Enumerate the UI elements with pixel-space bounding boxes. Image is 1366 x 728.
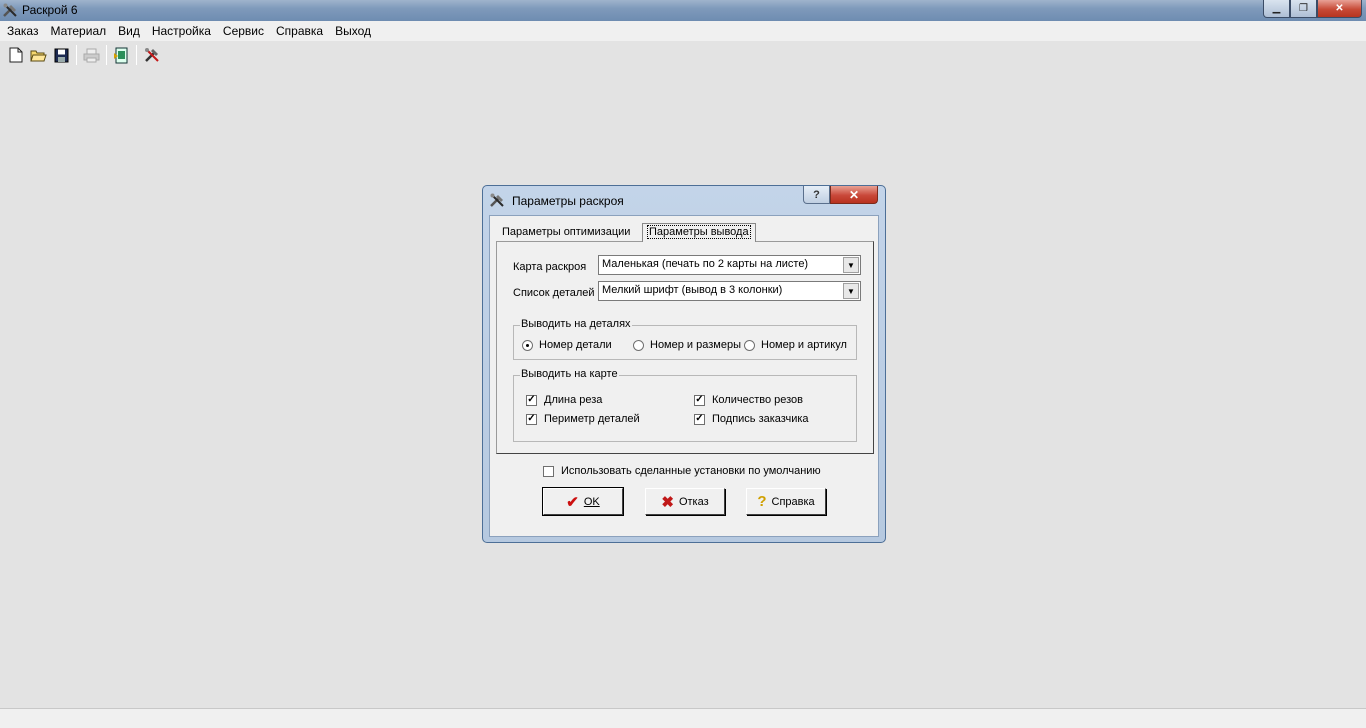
- open-folder-icon: [30, 50, 47, 61]
- radio-circle: [522, 339, 533, 351]
- new-file-icon: [9, 47, 22, 63]
- cutting-params-dialog: Параметры раскроя ? ✕ Параметры оптимиза…: [482, 185, 886, 543]
- cross-icon: ✖: [661, 493, 674, 511]
- radio-number-and-size-label: Номер и размеры: [650, 339, 741, 351]
- checkmark-icon: ✓: [694, 413, 705, 425]
- cutting-settings-button[interactable]: [140, 44, 163, 66]
- cut-map-label: Карта раскроя: [513, 261, 587, 273]
- new-file-button[interactable]: [4, 44, 27, 66]
- cut-map-value: Маленькая (печать по 2 карты на листе): [602, 258, 809, 270]
- radio-number-and-article-label: Номер и артикул: [761, 339, 847, 351]
- toolbar-separator: [106, 45, 107, 65]
- dialog-title: Параметры раскроя: [512, 194, 624, 208]
- check-parts-perimeter-label: Периметр деталей: [544, 413, 640, 425]
- menu-order[interactable]: Заказ: [2, 21, 45, 41]
- menu-settings[interactable]: Настройка: [147, 21, 218, 41]
- radio-circle: [744, 339, 755, 351]
- cut-map-select[interactable]: Маленькая (печать по 2 карты на листе) ▼: [598, 255, 861, 275]
- menu-service[interactable]: Сервис: [218, 21, 271, 41]
- on-parts-group: Выводить на деталях Номер детали Номер и…: [513, 318, 857, 360]
- menu-material[interactable]: Материал: [45, 21, 113, 41]
- close-button[interactable]: ✕: [1317, 0, 1362, 18]
- window-controls: ▁ ❐ ✕: [1263, 0, 1362, 18]
- export-icon: [114, 47, 128, 63]
- radio-number-and-article[interactable]: Номер и артикул: [744, 339, 847, 351]
- on-map-group-title: Выводить на карте: [520, 368, 619, 380]
- check-cut-length[interactable]: ✓ Длина реза: [526, 394, 602, 406]
- parts-list-label: Список деталей: [513, 287, 595, 299]
- export-button[interactable]: [110, 44, 133, 66]
- on-parts-group-title: Выводить на деталях: [520, 318, 632, 330]
- checkbox-empty: [543, 465, 554, 477]
- main-title-bar: Раскрой 6 ▁ ❐ ✕: [0, 0, 1366, 21]
- menu-view[interactable]: Вид: [113, 21, 147, 41]
- check-customer-signature-label: Подпись заказчика: [712, 413, 809, 425]
- dialog-close-button[interactable]: ✕: [830, 186, 878, 204]
- radio-part-number[interactable]: Номер детали: [522, 339, 612, 351]
- menu-help[interactable]: Справка: [271, 21, 330, 41]
- print-button[interactable]: [80, 44, 103, 66]
- check-cut-length-label: Длина реза: [544, 394, 603, 406]
- menu-bar: Заказ Материал Вид Настройка Сервис Спра…: [0, 21, 1366, 41]
- help-button[interactable]: ? Справка: [746, 488, 826, 515]
- ok-button[interactable]: ✔ OK: [542, 487, 624, 516]
- tab-output[interactable]: Параметры вывода: [642, 223, 756, 242]
- minimize-button[interactable]: ▁: [1263, 0, 1290, 18]
- check-cuts-count-label: Количество резов: [712, 394, 804, 406]
- dialog-tools-icon: [490, 193, 504, 207]
- question-icon: ?: [813, 188, 820, 201]
- toolbar-separator: [136, 45, 137, 65]
- print-icon: [83, 48, 100, 62]
- app-tools-icon: [3, 3, 17, 17]
- maximize-button[interactable]: ❐: [1290, 0, 1317, 18]
- open-button[interactable]: [27, 44, 50, 66]
- checkmark-icon: ✓: [694, 394, 705, 406]
- on-map-group: Выводить на карте ✓ Длина реза ✓ Перимет…: [513, 368, 857, 442]
- cancel-button[interactable]: ✖ Отказ: [645, 488, 725, 515]
- menu-exit[interactable]: Выход: [330, 21, 378, 41]
- close-icon: ✕: [1335, 3, 1344, 14]
- dialog-help-button[interactable]: ?: [803, 186, 830, 204]
- check-cuts-count[interactable]: ✓ Количество резов: [694, 394, 803, 406]
- toolbar: [0, 42, 163, 68]
- parts-list-select[interactable]: Мелкий шрифт (вывод в 3 колонки) ▼: [598, 281, 861, 301]
- toolbar-separator: [76, 45, 77, 65]
- radio-part-number-label: Номер детали: [539, 339, 612, 351]
- status-bar: [0, 708, 1366, 728]
- ok-button-label: OK: [583, 495, 600, 508]
- check-customer-signature[interactable]: ✓ Подпись заказчика: [694, 413, 809, 425]
- settings-icon: [144, 48, 159, 62]
- minimize-icon: ▁: [1272, 3, 1281, 14]
- chevron-down-icon[interactable]: ▼: [843, 257, 859, 273]
- tab-output-label: Параметры вывода: [647, 225, 751, 239]
- cancel-button-label: Отказ: [678, 495, 709, 508]
- check-use-as-default[interactable]: Использовать сделанные установки по умол…: [543, 465, 821, 477]
- radio-number-and-size[interactable]: Номер и размеры: [633, 339, 741, 351]
- parts-list-value: Мелкий шрифт (вывод в 3 колонки): [602, 284, 783, 296]
- checkmark-icon: ✔: [566, 493, 579, 511]
- question-icon: ?: [757, 493, 767, 510]
- help-button-label: Справка: [771, 495, 815, 508]
- radio-circle: [633, 339, 644, 351]
- check-parts-perimeter[interactable]: ✓ Периметр деталей: [526, 413, 640, 425]
- maximize-icon: ❐: [1299, 3, 1308, 14]
- dialog-body: Параметры оптимизации Параметры вывода К…: [489, 215, 879, 537]
- save-button[interactable]: [50, 44, 73, 66]
- chevron-down-icon[interactable]: ▼: [843, 283, 859, 299]
- checkmark-icon: ✓: [526, 413, 537, 425]
- save-icon: [54, 48, 69, 62]
- tab-panel-output: Карта раскроя Маленькая (печать по 2 кар…: [496, 241, 874, 454]
- close-icon: ✕: [848, 187, 860, 202]
- window-title: Раскрой 6: [22, 3, 78, 17]
- check-use-as-default-label: Использовать сделанные установки по умол…: [561, 465, 821, 477]
- checkmark-icon: ✓: [526, 394, 537, 406]
